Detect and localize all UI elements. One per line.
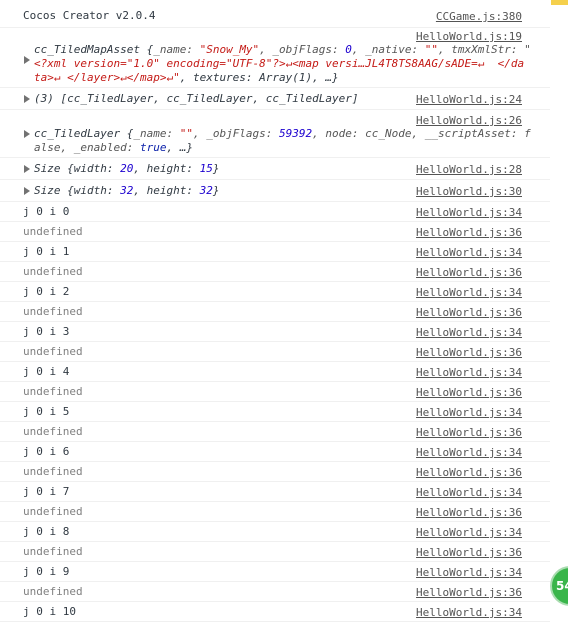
source-link[interactable]: HelloWorld.js:34 — [416, 606, 522, 619]
object-preview-line: ta>↵ </layer>↵</map>↵", textures: Array(… — [34, 71, 339, 84]
log-list: j 0 i 0 HelloWorld.js:34 undefined HelloWor… — [0, 202, 550, 622]
source-link[interactable]: HelloWorld.js:26 — [416, 114, 522, 127]
expand-arrow-icon[interactable] — [24, 187, 30, 195]
console-row-log: j 0 i 0 HelloWorld.js:34 — [0, 202, 550, 222]
source-link[interactable]: HelloWorld.js:36 — [416, 386, 522, 399]
console-row-log: j 0 i 5 HelloWorld.js:34 — [0, 402, 550, 422]
right-gutter — [550, 0, 568, 622]
console-row-log: j 0 i 3 HelloWorld.js:34 — [0, 322, 550, 342]
source-link[interactable]: HelloWorld.js:34 — [416, 326, 522, 339]
source-link[interactable]: HelloWorld.js:34 — [416, 566, 522, 579]
console-row-log: j 0 i 1 HelloWorld.js:34 — [0, 242, 550, 262]
expand-arrow-icon[interactable] — [24, 165, 30, 173]
source-link[interactable]: HelloWorld.js:34 — [416, 366, 522, 379]
source-link[interactable]: HelloWorld.js:19 — [416, 30, 522, 43]
console-row-tiled-layer: HelloWorld.js:26 cc_TiledLayer {_name: "… — [0, 110, 550, 158]
console-row-log: j 0 i 2 HelloWorld.js:34 — [0, 282, 550, 302]
console-row-log: j 0 i 10 HelloWorld.js:34 — [0, 602, 550, 622]
console-row-log: j 0 i 6 HelloWorld.js:34 — [0, 442, 550, 462]
console-row-header: Cocos Creator v2.0.4 CCGame.js:380 — [0, 5, 550, 28]
source-link[interactable]: HelloWorld.js:36 — [416, 586, 522, 599]
object-preview[interactable]: cc_TiledMapAsset {_name: "Snow_My", _obj… — [34, 44, 531, 56]
expand-arrow-icon[interactable] — [24, 56, 30, 64]
source-link[interactable]: HelloWorld.js:34 — [416, 446, 522, 459]
console-row-log: undefined HelloWorld.js:36 — [0, 422, 550, 442]
source-link[interactable]: HelloWorld.js:36 — [416, 346, 522, 359]
console-row-log: j 0 i 7 HelloWorld.js:34 — [0, 482, 550, 502]
source-link[interactable]: HelloWorld.js:36 — [416, 226, 522, 239]
source-link[interactable]: HelloWorld.js:24 — [416, 93, 522, 106]
console-row-size: Size {width: 20, height: 15} HelloWorld.… — [0, 158, 550, 180]
console-row-log: undefined HelloWorld.js:36 — [0, 222, 550, 242]
source-link[interactable]: HelloWorld.js:36 — [416, 466, 522, 479]
console-row-log: undefined HelloWorld.js:36 — [0, 542, 550, 562]
console-panel: Cocos Creator v2.0.4 CCGame.js:380 Hello… — [0, 0, 550, 622]
console-row-tiled-map-asset: HelloWorld.js:19 cc_TiledMapAsset {_name… — [0, 28, 550, 88]
source-link[interactable]: HelloWorld.js:36 — [416, 546, 522, 559]
object-preview[interactable]: cc_TiledLayer {_name: "", _objFlags: 593… — [34, 128, 531, 140]
console-row-log: undefined HelloWorld.js:36 — [0, 582, 550, 602]
expand-arrow-icon[interactable] — [24, 95, 30, 103]
top-warning-marker — [551, 0, 568, 5]
console-row-log: undefined HelloWorld.js:36 — [0, 342, 550, 362]
source-link[interactable]: HelloWorld.js:36 — [416, 426, 522, 439]
console-row-log: undefined HelloWorld.js:36 — [0, 502, 550, 522]
console-row-log: j 0 i 9 HelloWorld.js:34 — [0, 562, 550, 582]
object-preview-line: <?xml version="1.0" encoding="UTF-8"?>↵<… — [34, 57, 525, 70]
console-row-log: undefined HelloWorld.js:36 — [0, 262, 550, 282]
source-link[interactable]: HelloWorld.js:34 — [416, 406, 522, 419]
source-link[interactable]: HelloWorld.js:28 — [416, 163, 522, 176]
source-link[interactable]: HelloWorld.js:30 — [416, 185, 522, 198]
console-row-log: j 0 i 4 HelloWorld.js:34 — [0, 362, 550, 382]
source-link[interactable]: HelloWorld.js:34 — [416, 286, 522, 299]
source-link[interactable]: HelloWorld.js:34 — [416, 486, 522, 499]
source-link[interactable]: HelloWorld.js:34 — [416, 206, 522, 219]
source-link[interactable]: HelloWorld.js:34 — [416, 526, 522, 539]
console-row-log: undefined HelloWorld.js:36 — [0, 462, 550, 482]
console-row-log: j 0 i 8 HelloWorld.js:34 — [0, 522, 550, 542]
console-row-layers-array: (3) [cc_TiledLayer, cc_TiledLayer, cc_Ti… — [0, 88, 550, 110]
console-row-log: undefined HelloWorld.js:36 — [0, 382, 550, 402]
object-preview-line: alse, _enabled: true, …} — [34, 141, 193, 154]
source-link[interactable]: HelloWorld.js:34 — [416, 246, 522, 259]
source-link[interactable]: HelloWorld.js:36 — [416, 266, 522, 279]
source-link[interactable]: HelloWorld.js:36 — [416, 306, 522, 319]
console-row-log: undefined HelloWorld.js:36 — [0, 302, 550, 322]
expand-arrow-icon[interactable] — [24, 130, 30, 138]
source-link[interactable]: CCGame.js:380 — [436, 10, 522, 23]
console-row-size: Size {width: 32, height: 32} HelloWorld.… — [0, 180, 550, 202]
source-link[interactable]: HelloWorld.js:36 — [416, 506, 522, 519]
